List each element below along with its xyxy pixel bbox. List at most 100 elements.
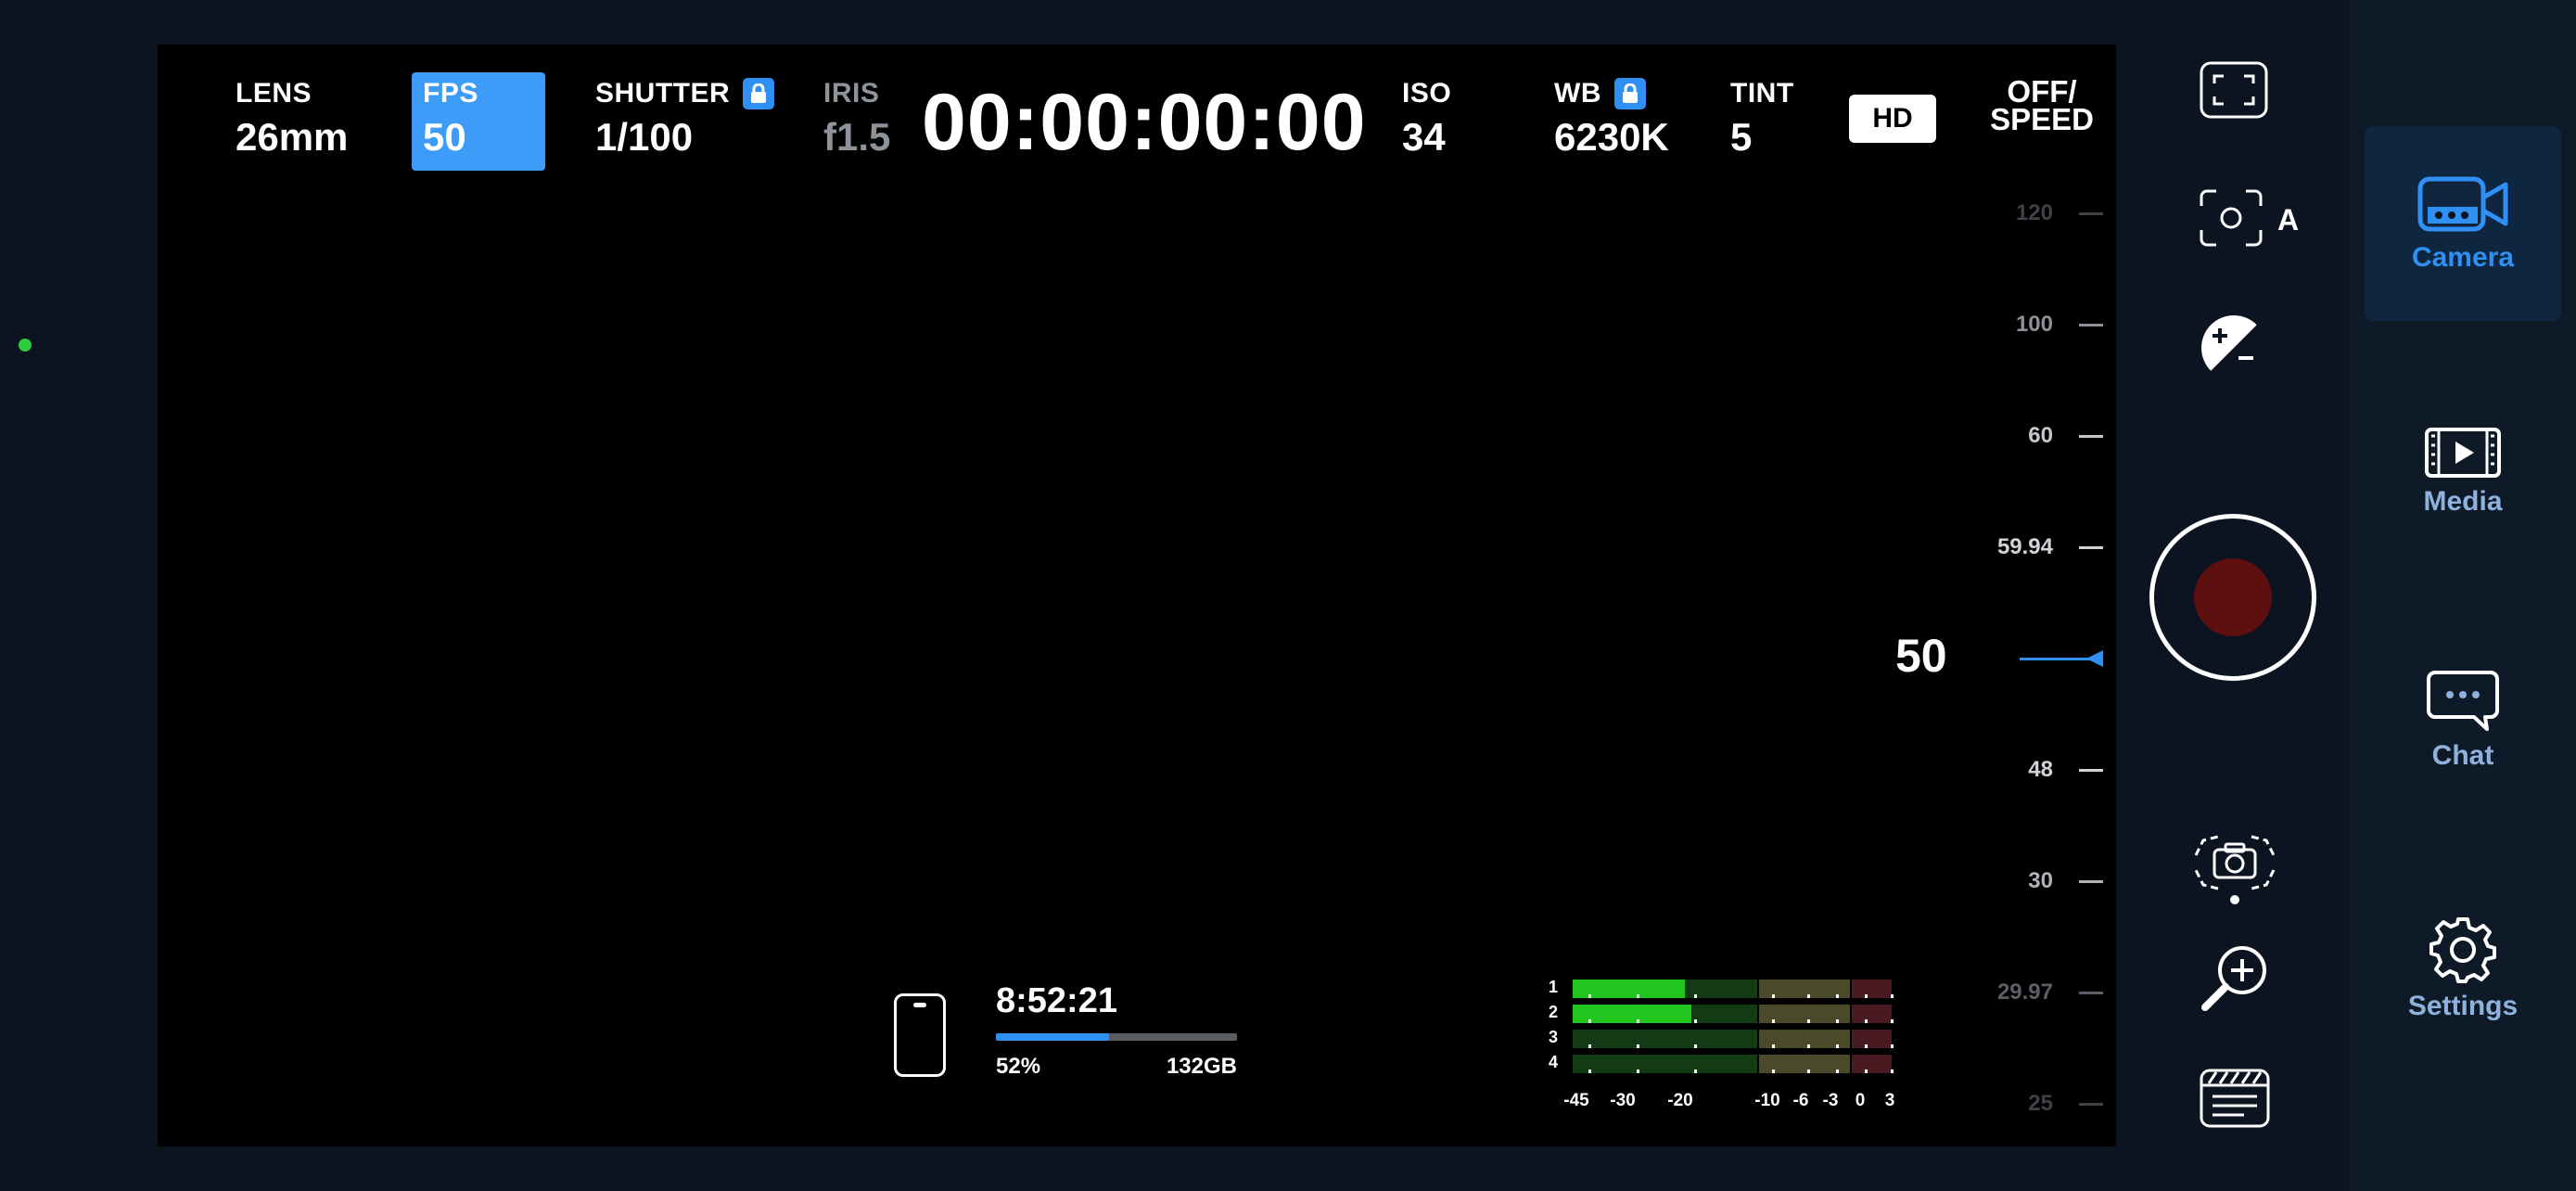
nav-camera[interactable]: Camera (2365, 126, 2561, 321)
audio-meter-tick (1771, 1044, 1775, 1048)
clapperboard-button[interactable] (2200, 1067, 2270, 1128)
storage-capacity: 132GB (1166, 1054, 1237, 1079)
offspeed-toggle[interactable]: OFF/ SPEED (1986, 76, 2098, 136)
audio-meter-tick (1694, 994, 1698, 998)
video-camera-icon (2417, 176, 2508, 232)
status-indicator (19, 339, 32, 352)
fps-scale-label: 59.94 (1996, 534, 2053, 559)
shutter-value: 1/100 (595, 115, 694, 159)
audio-meter-zone (1573, 1030, 1757, 1048)
phone-storage-icon (894, 993, 946, 1077)
audio-meter-zone (1852, 1005, 1892, 1023)
lens-value: 26mm (236, 115, 349, 159)
exposure-compensation-button[interactable] (2200, 314, 2268, 382)
fps-scale-tick (2079, 992, 2103, 994)
audio-meter-tick (1588, 994, 1592, 998)
iso-label: ISO (1402, 78, 1452, 109)
audio-meter-tick (1637, 1019, 1640, 1023)
svg-text:A: A (2277, 203, 2299, 237)
iris-label: IRIS (823, 78, 880, 109)
shutter-label: SHUTTER (595, 78, 731, 109)
audio-channel-label: 1 (1549, 978, 1559, 996)
nav-settings[interactable]: Settings (2365, 872, 2561, 1067)
audio-meter-zone (1573, 1055, 1757, 1073)
storage-bar-fill (996, 1033, 1110, 1041)
audio-meter-tick (1890, 1019, 1894, 1023)
audio-meter-tick (1864, 1044, 1868, 1048)
zoom-in-icon (2201, 946, 2266, 1011)
stabilizer-button[interactable] (2190, 827, 2279, 905)
audio-meter-zone (1852, 980, 1892, 998)
fps-scale-label: 25 (2028, 1091, 2053, 1116)
audio-meter-zone (1852, 1030, 1892, 1048)
fps-scale-tick (2079, 546, 2103, 549)
audio-scale-label: -20 (1667, 1091, 1693, 1110)
iso-value: 34 (1402, 115, 1446, 159)
wb-label: WB (1554, 78, 1601, 109)
audio-scale-label: 0 (1855, 1091, 1866, 1110)
auto-focus-icon: A (2200, 189, 2299, 247)
fps-scale-label: 29.97 (1996, 980, 2053, 1005)
fullscreen-icon (2200, 61, 2268, 119)
storage-percent: 52% (996, 1054, 1041, 1079)
record-button[interactable] (2149, 514, 2316, 681)
resolution-badge[interactable]: HD (1849, 95, 1936, 143)
audio-meter-zone (1852, 1055, 1892, 1073)
audio-level-bar (1573, 1005, 1894, 1023)
fps-scale-tick (2079, 212, 2103, 215)
audio-scale-label: -3 (1822, 1091, 1839, 1110)
audio-meter-tick (1637, 1044, 1640, 1048)
iris-control[interactable]: IRIS f1.5 (823, 78, 890, 160)
audio-meter-tick (1637, 994, 1640, 998)
fps-scale-label: 120 (2015, 200, 2053, 225)
iris-value: f1.5 (823, 115, 891, 159)
auto-focus-button[interactable]: A (2198, 187, 2303, 249)
tint-value: 5 (1730, 115, 1753, 159)
fps-scale-tick (2079, 880, 2103, 883)
offspeed-line-2: SPEED (1990, 102, 2094, 136)
audio-meter-tick (1890, 994, 1894, 998)
audio-meter-tick (1835, 1069, 1839, 1073)
storage-bar (996, 1033, 1237, 1041)
audio-channel-label: 4 (1549, 1053, 1559, 1071)
audio-meter-tick (1694, 1044, 1698, 1048)
camera-viewfinder[interactable]: LENS 26mm FPS 50 SHUTTER 1/100 IRIS f1.5… (158, 45, 2116, 1146)
audio-meter-tick (1835, 994, 1839, 998)
exposure-compensation-icon (2201, 315, 2267, 381)
remaining-record-time: 8:52:21 (996, 981, 1117, 1020)
navigation-sidebar: Camera Media Chat Settings (2350, 0, 2576, 1191)
nav-chat[interactable]: Chat (2365, 623, 2561, 818)
lens-label: LENS (236, 78, 312, 109)
nav-media-label: Media (2423, 486, 2503, 517)
timecode: 00:00:00:00 (922, 78, 1367, 167)
audio-scale-label: 3 (1884, 1091, 1895, 1110)
audio-level-bar (1573, 980, 1894, 998)
fps-readout: FPS 50 (423, 78, 478, 160)
wb-value: 6230K (1554, 115, 1669, 159)
fullscreen-button[interactable] (2200, 61, 2268, 119)
fps-scale-tick (2079, 1103, 2103, 1106)
clapperboard-icon (2200, 1069, 2270, 1128)
audio-meter-tick (1864, 994, 1868, 998)
lens-control[interactable]: LENS 26mm (236, 78, 348, 160)
audio-meter-tick (1890, 1044, 1894, 1048)
fps-value: 50 (423, 115, 466, 159)
current-fps-value: 50 (1895, 630, 1947, 682)
record-indicator (2194, 558, 2272, 636)
audio-scale-label: -6 (1792, 1091, 1809, 1110)
nav-media[interactable]: Media (2365, 375, 2561, 570)
audio-meter-tick (1694, 1019, 1698, 1023)
tint-control[interactable]: TINT 5 (1730, 78, 1794, 160)
audio-meter-tick (1806, 994, 1810, 998)
audio-meter-tick (1890, 1069, 1894, 1073)
audio-level-bar (1573, 1055, 1894, 1073)
wb-control[interactable]: WB 6230K (1554, 78, 1669, 160)
audio-scale-label: -30 (1610, 1091, 1636, 1110)
shutter-control[interactable]: SHUTTER 1/100 (595, 78, 775, 160)
fps-scale-tick (2079, 435, 2103, 438)
zoom-button[interactable] (2200, 941, 2274, 1015)
iso-control[interactable]: ISO 34 (1402, 78, 1451, 160)
fps-scale-label: 30 (2028, 868, 2053, 893)
audio-scale-label: -10 (1754, 1091, 1780, 1110)
audio-meter-tick (1637, 1069, 1640, 1073)
